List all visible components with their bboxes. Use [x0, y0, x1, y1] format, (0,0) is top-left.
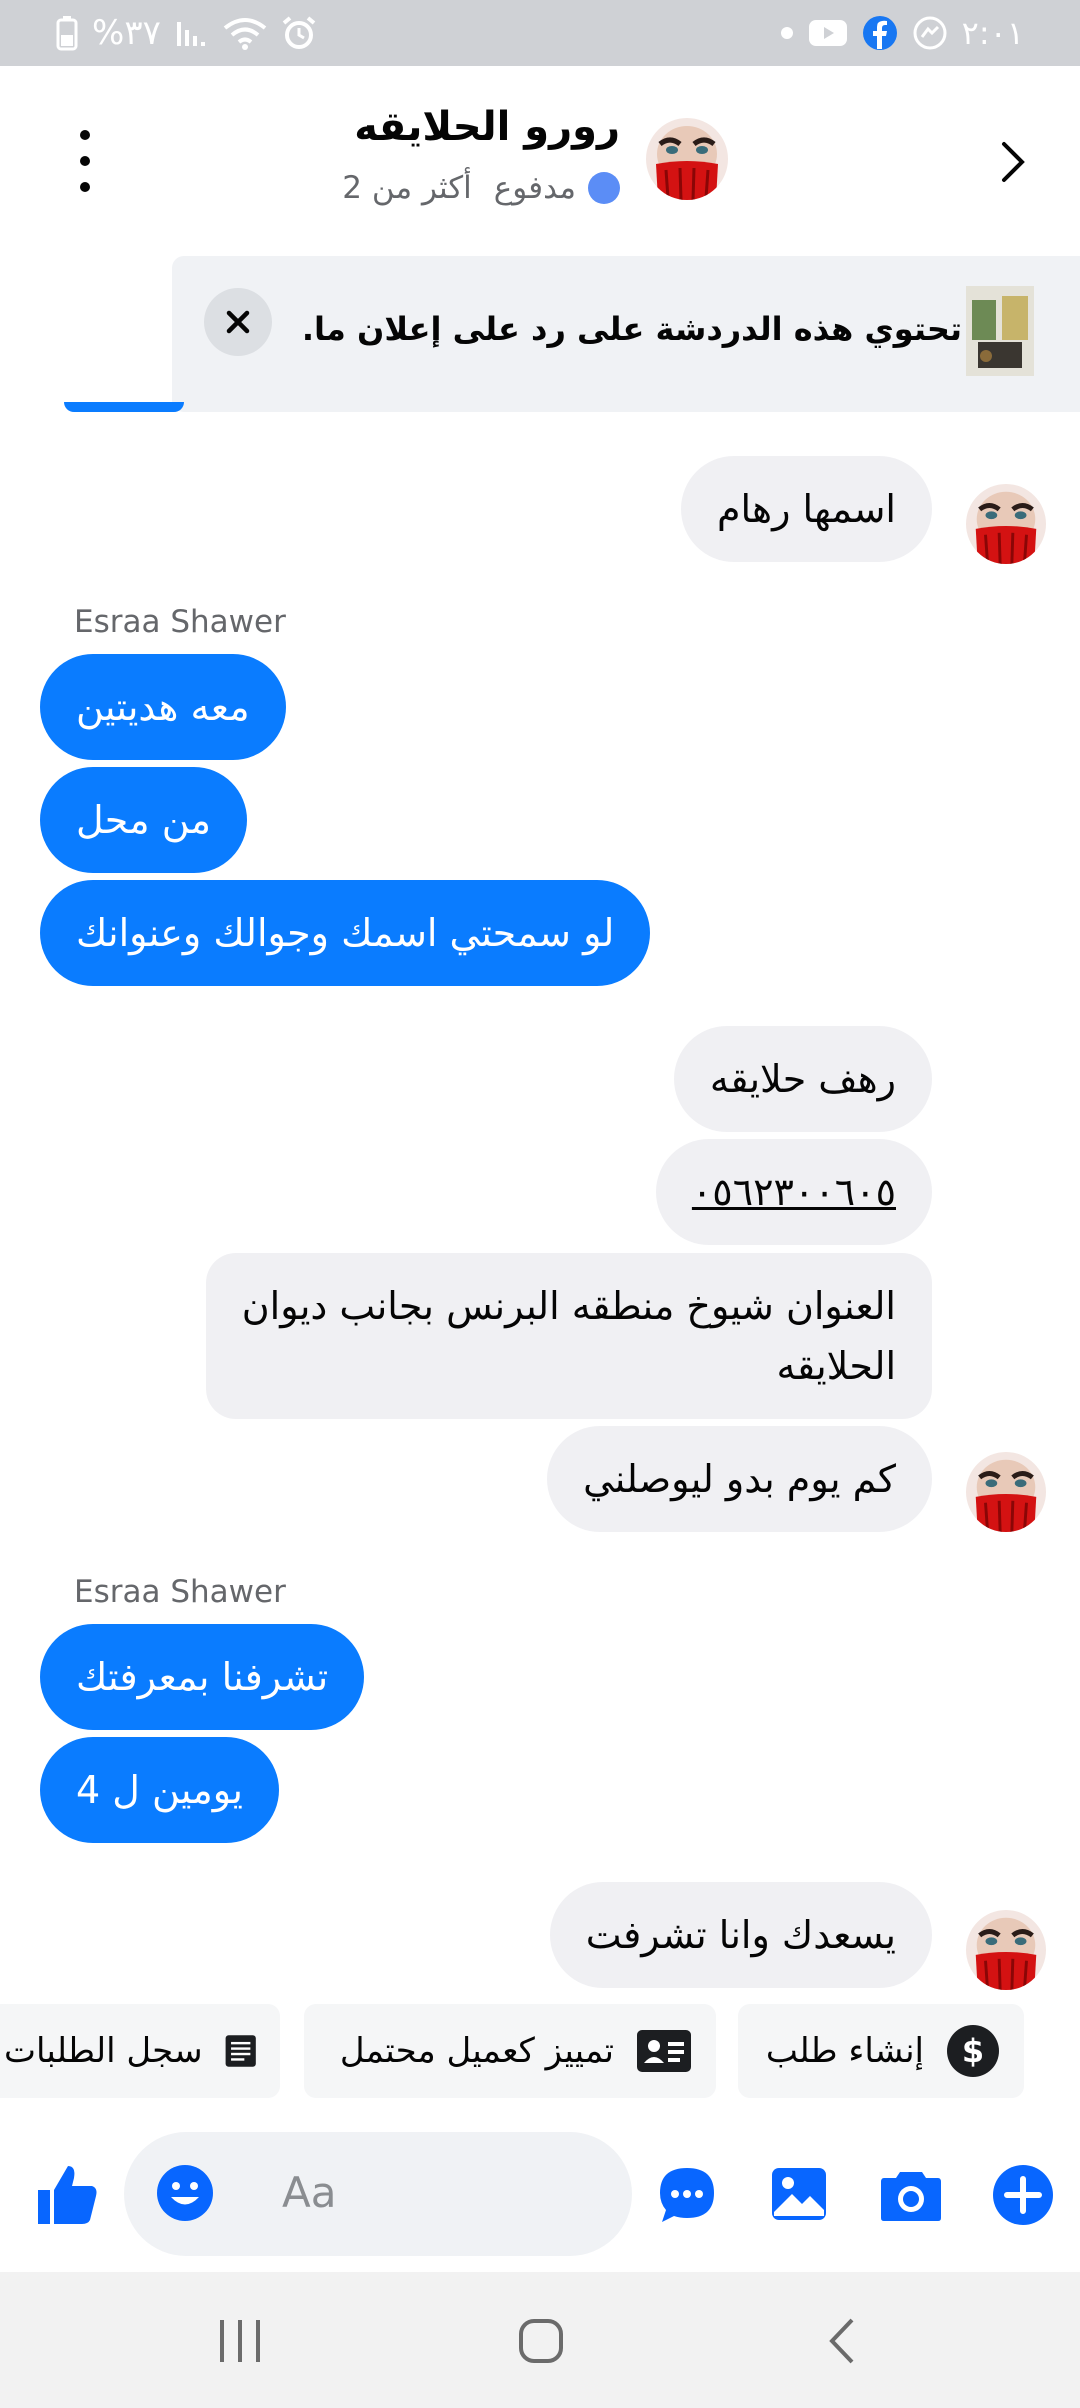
facebook-icon — [862, 15, 898, 51]
contact-avatar[interactable] — [966, 1910, 1046, 1990]
contact-avatar[interactable] — [646, 118, 728, 200]
camera-icon[interactable] — [880, 2168, 942, 2222]
contact-card-icon — [637, 2030, 691, 2072]
outgoing-message[interactable]: لو سمحتي اسمك وجوالك وعنوانك — [40, 880, 651, 986]
contact-subtitle: مدفوع أكثر من 2 — [342, 170, 620, 206]
home-icon[interactable] — [518, 2318, 564, 2364]
gallery-icon[interactable] — [770, 2166, 828, 2222]
recent-apps-icon[interactable] — [216, 2318, 264, 2364]
ad-reply-banner: تحتوي هذه الدردشة على رد على إعلان ما. — [172, 256, 1080, 412]
wifi-icon — [223, 16, 267, 50]
status-right: ٢:٠١ — [780, 12, 1024, 54]
ad-banner-text: تحتوي هذه الدردشة على رد على إعلان ما. — [301, 310, 962, 348]
message-composer: Aa — [0, 2108, 1080, 2268]
status-bar: %٣٧ ٢:٠١ — [0, 0, 1080, 66]
more-options-icon[interactable] — [70, 130, 100, 192]
message-line: العنوان شيوخ منطقه البرنس بجانب ديوان — [241, 1284, 896, 1328]
order-history-chip[interactable]: سجل الطلبات — [0, 2004, 280, 2098]
incoming-message[interactable]: ٠٥٦٢٣٠٠٦٠٥ — [655, 1139, 932, 1245]
like-thumb-icon[interactable] — [34, 2162, 100, 2228]
chat-header: رورو الحلايقه مدفوع أكثر من 2 — [0, 66, 1080, 256]
outgoing-message[interactable]: معه هديتين — [40, 654, 286, 760]
contact-name[interactable]: رورو الحلايقه — [354, 104, 620, 150]
plus-icon[interactable] — [992, 2164, 1054, 2226]
status-time: ٢:٠١ — [961, 14, 1024, 52]
chat-bubble-icon[interactable] — [658, 2166, 716, 2224]
incoming-message[interactable]: رهف حلايقه — [673, 1026, 932, 1132]
outgoing-message[interactable]: يومين ل 4 — [40, 1737, 279, 1843]
incoming-message[interactable]: العنوان شيوخ منطقه البرنس بجانب ديوان ال… — [205, 1253, 932, 1419]
contact-avatar[interactable] — [966, 484, 1046, 564]
signal-icon — [175, 18, 209, 48]
dollar-icon: $ — [947, 2025, 999, 2077]
incoming-message[interactable]: كم يوم بدو ليوصلني — [547, 1426, 932, 1532]
alarm-icon — [281, 15, 317, 51]
outgoing-message[interactable]: من محل — [40, 767, 248, 873]
notification-dot-icon — [780, 26, 794, 40]
contact-avatar[interactable] — [966, 1452, 1046, 1532]
list-document-icon — [225, 2035, 256, 2067]
battery-percent: %٣٧ — [92, 13, 161, 53]
close-icon[interactable] — [204, 288, 272, 356]
previous-message-edge — [64, 402, 184, 412]
paid-dot-icon — [588, 172, 620, 204]
message-input[interactable]: Aa — [124, 2132, 632, 2256]
more-than-label: أكثر من 2 — [342, 170, 472, 206]
messenger-status-icon — [912, 15, 948, 51]
message-placeholder: Aa — [282, 2168, 337, 2217]
create-order-label: إنشاء طلب — [765, 2031, 924, 2071]
phone-number-link[interactable]: ٠٥٦٢٣٠٠٦٠٥ — [692, 1162, 896, 1222]
back-arrow-icon[interactable] — [982, 132, 1042, 192]
emoji-icon[interactable] — [156, 2164, 214, 2222]
paid-label: مدفوع — [494, 170, 620, 206]
battery-icon — [56, 15, 78, 51]
message-line: الحلايقه — [776, 1344, 896, 1388]
order-history-label: سجل الطلبات — [4, 2031, 203, 2071]
youtube-icon — [808, 18, 848, 48]
nav-back-icon[interactable] — [822, 2316, 862, 2366]
ad-thumbnail[interactable] — [966, 286, 1034, 376]
mark-lead-chip[interactable]: تمييز كعميل محتمل — [304, 2004, 716, 2098]
outgoing-message[interactable]: تشرفنا بمعرفتك — [40, 1624, 365, 1730]
create-order-chip[interactable]: $ إنشاء طلب — [738, 2004, 1024, 2098]
sender-name: Esraa Shawer — [74, 604, 286, 640]
incoming-message[interactable]: يسعدك وانا تشرفت — [549, 1882, 932, 1988]
system-nav-bar — [0, 2272, 1080, 2408]
incoming-message[interactable]: اسمها رهام — [680, 456, 932, 562]
mark-lead-label: تمييز كعميل محتمل — [339, 2031, 614, 2071]
svg-text:$: $ — [962, 2032, 984, 2070]
status-left: %٣٧ — [56, 12, 317, 54]
sender-name: Esraa Shawer — [74, 1574, 286, 1610]
